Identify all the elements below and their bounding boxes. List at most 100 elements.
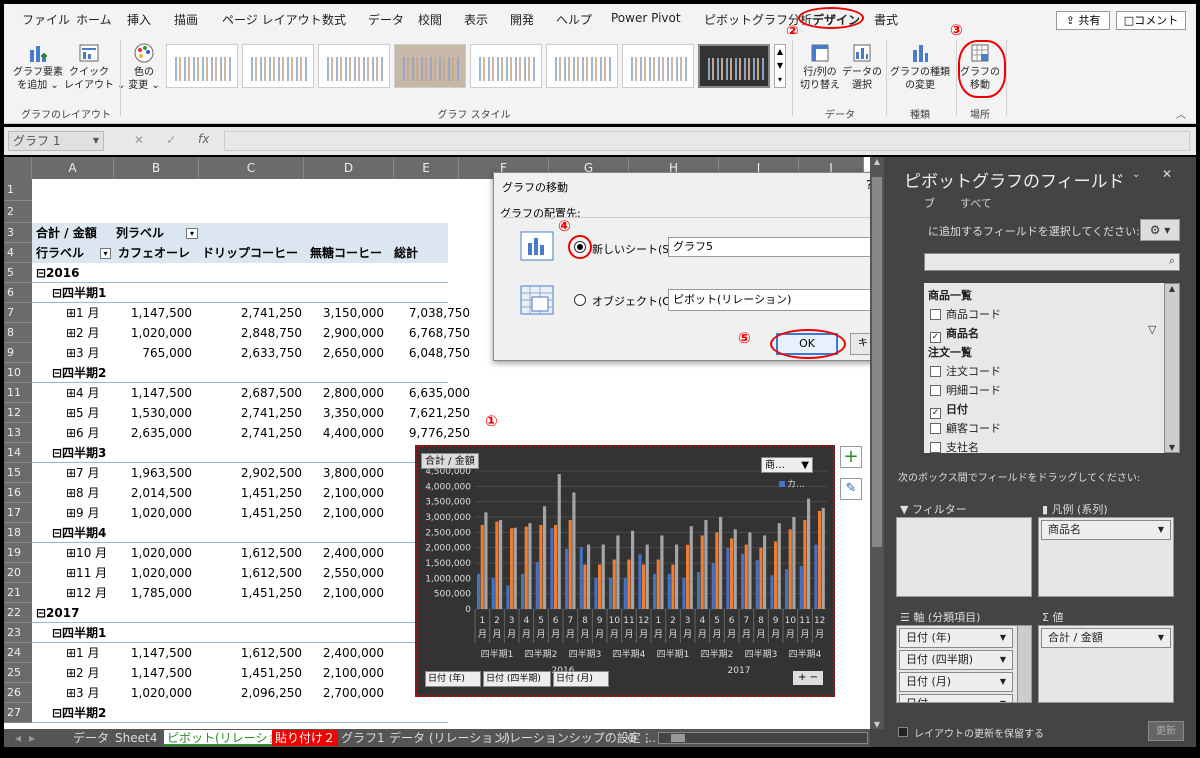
row-header[interactable]: 23 bbox=[4, 623, 32, 643]
pivot-row-label[interactable]: ⊞3 月 bbox=[66, 683, 100, 703]
row-header[interactable]: 7 bbox=[4, 303, 32, 323]
checkbox[interactable]: ✓ bbox=[930, 408, 941, 419]
select-data-button[interactable]: データの 選択 bbox=[842, 42, 882, 92]
tab-help[interactable]: ヘルプ bbox=[556, 11, 592, 28]
pivot-row-label[interactable]: ⊞2 月 bbox=[66, 663, 100, 683]
row-header[interactable]: 26 bbox=[4, 683, 32, 703]
values-area[interactable]: 合計 / 金額 ▼ bbox=[1038, 625, 1174, 703]
gear-icon[interactable]: ⚙ ▾ bbox=[1140, 219, 1180, 241]
row-header[interactable]: 21 bbox=[4, 583, 32, 603]
pivot-row-label[interactable]: ⊞2 月 bbox=[66, 323, 100, 343]
field-item[interactable]: 顧客コード bbox=[930, 420, 1001, 436]
chart-style-4[interactable] bbox=[394, 44, 466, 88]
value-field-button[interactable]: 合計 / 金額 bbox=[421, 453, 479, 469]
field-item[interactable]: ✓ 商品名 bbox=[930, 325, 979, 343]
tab-review[interactable]: 校閲 bbox=[418, 11, 442, 28]
pivot-row-label[interactable]: ⊞5 月 bbox=[66, 403, 100, 423]
sheet-vertical-scrollbar[interactable]: ▲ ▼ bbox=[870, 157, 884, 729]
column-header[interactable]: C bbox=[199, 157, 304, 179]
axis-area[interactable]: 日付 (年) ▼ 日付 (四半期) ▼ 日付 (月) ▼ 日付 ▼ bbox=[896, 625, 1032, 703]
sheet-tab-paste2[interactable]: 貼り付け２ bbox=[272, 730, 339, 746]
comment-button[interactable]: □コメント bbox=[1116, 11, 1186, 30]
chart-elements-plus-icon[interactable]: + bbox=[840, 446, 862, 468]
cancel-icon[interactable]: ✕ bbox=[134, 133, 144, 147]
row-header[interactable]: 18 bbox=[4, 523, 32, 543]
tab-draw[interactable]: 描画 bbox=[174, 11, 198, 28]
tab-power-pivot[interactable]: Power Pivot bbox=[611, 11, 681, 25]
pivot-row-label[interactable]: ⊞1 月 bbox=[66, 303, 100, 323]
column-header[interactable]: E bbox=[394, 157, 459, 179]
change-chart-type-button[interactable]: グラフの種類 の変更 bbox=[888, 42, 952, 92]
tab-home[interactable]: ホーム bbox=[76, 11, 112, 28]
chart-style-1[interactable] bbox=[166, 44, 238, 88]
field-item[interactable]: 支社名 bbox=[930, 439, 979, 455]
checkbox[interactable]: ✓ bbox=[930, 332, 941, 343]
row-header[interactable]: 27 bbox=[4, 703, 32, 723]
tab-formulas[interactable]: 数式 bbox=[322, 11, 346, 28]
chevron-down-icon[interactable]: ▾ bbox=[100, 248, 111, 259]
row-header[interactable]: 20 bbox=[4, 563, 32, 583]
pivot-row-label[interactable]: ⊟四半期2 bbox=[52, 703, 106, 723]
column-header[interactable]: A bbox=[32, 157, 114, 179]
chart-styles-brush-icon[interactable]: ✎ bbox=[840, 478, 862, 500]
pivot-row-label[interactable]: ⊞12 月 bbox=[66, 583, 107, 603]
add-sheet-icon[interactable]: ⊕ ⋮ bbox=[624, 730, 656, 746]
pane-close-icon[interactable]: ✕ bbox=[1162, 167, 1172, 181]
row-header[interactable]: 2 bbox=[4, 201, 32, 223]
row-header[interactable]: 17 bbox=[4, 503, 32, 523]
change-colors-button[interactable]: 色の 変更 ⌄ bbox=[124, 42, 164, 92]
sheet-tab-sheet4[interactable]: Sheet4 bbox=[112, 730, 160, 746]
tab-page-layout[interactable]: ページ レイアウト bbox=[222, 11, 322, 28]
pivot-row-label[interactable]: ⊞8 月 bbox=[66, 483, 100, 503]
chart-style-5[interactable] bbox=[470, 44, 542, 88]
tab-view[interactable]: 表示 bbox=[464, 11, 488, 28]
scroll-left-icon[interactable]: ◂ bbox=[12, 730, 24, 746]
sheet-tab-data[interactable]: データ bbox=[70, 730, 112, 746]
function-icon[interactable]: fx bbox=[198, 132, 209, 146]
row-header[interactable]: 25 bbox=[4, 663, 32, 683]
checkbox[interactable] bbox=[930, 385, 941, 396]
field-list-scrollbar[interactable]: ▲ ▼ bbox=[1164, 283, 1180, 453]
quick-layout-button[interactable]: クイック レイアウト ⌄ bbox=[64, 42, 126, 92]
row-header[interactable]: 11 bbox=[4, 383, 32, 403]
row-header[interactable]: 16 bbox=[4, 483, 32, 503]
axis-field-button[interactable]: 日付 (年) bbox=[425, 671, 481, 687]
add-chart-element-button[interactable]: グラフ要素 を追加 ⌄ bbox=[12, 42, 64, 92]
object-radio[interactable] bbox=[574, 294, 586, 306]
legend-filter-button[interactable]: 商… ▼ bbox=[761, 457, 813, 473]
pivot-header-cell[interactable]: 行ラベル bbox=[36, 243, 84, 263]
pivot-row-label[interactable]: ⊟四半期1 bbox=[52, 623, 106, 643]
field-group[interactable]: 注文一覧 bbox=[928, 344, 972, 360]
scroll-right-icon[interactable]: ▸ bbox=[26, 730, 38, 746]
switch-row-column-button[interactable]: 行/列の 切り替え bbox=[798, 42, 842, 92]
checkbox[interactable] bbox=[930, 366, 941, 377]
row-header[interactable]: 3 bbox=[4, 223, 32, 243]
tab-fields-section[interactable]: ブ bbox=[924, 195, 935, 211]
column-header[interactable]: B bbox=[114, 157, 199, 179]
pivot-chart[interactable]: 4,500,000 4,000,000 3,500,000 3,000,000 2,50… bbox=[415, 445, 835, 697]
pivot-row-label[interactable]: ⊟四半期3 bbox=[52, 443, 106, 463]
axis-field-button[interactable]: 日付 (四半期) bbox=[483, 671, 551, 687]
select-all[interactable] bbox=[4, 157, 32, 179]
row-header[interactable]: 14 bbox=[4, 443, 32, 463]
pivot-row-label[interactable]: ⊞4 月 bbox=[66, 383, 100, 403]
column-header[interactable]: D bbox=[304, 157, 394, 179]
field-item[interactable]: 明細コード bbox=[930, 382, 1001, 398]
tab-format[interactable]: 書式 bbox=[874, 11, 898, 28]
collapse-ribbon-icon[interactable]: ︿ bbox=[1176, 106, 1186, 121]
pivot-row-label[interactable]: ⊞7 月 bbox=[66, 463, 100, 483]
pivot-row-label[interactable]: ⊞1 月 bbox=[66, 643, 100, 663]
pane-options-icon[interactable]: ⌄ bbox=[1132, 169, 1140, 180]
legend-field-item[interactable]: 商品名 ▼ bbox=[1041, 520, 1171, 540]
axis-field-item[interactable]: 日付 (年) ▼ bbox=[899, 628, 1013, 648]
row-header[interactable]: 1 bbox=[4, 179, 32, 201]
chart-style-8-selected[interactable] bbox=[698, 44, 770, 88]
row-header[interactable]: 6 bbox=[4, 283, 32, 303]
pivot-header-cell[interactable]: カフェオーレ bbox=[118, 243, 190, 263]
chart-style-2[interactable] bbox=[242, 44, 314, 88]
tab-insert[interactable]: 挿入 bbox=[127, 11, 151, 28]
expand-collapse-buttons[interactable]: + − bbox=[793, 671, 823, 685]
filter-icon[interactable]: ▾ bbox=[186, 228, 198, 239]
row-header[interactable]: 4 bbox=[4, 243, 32, 263]
checkbox[interactable] bbox=[930, 309, 941, 320]
